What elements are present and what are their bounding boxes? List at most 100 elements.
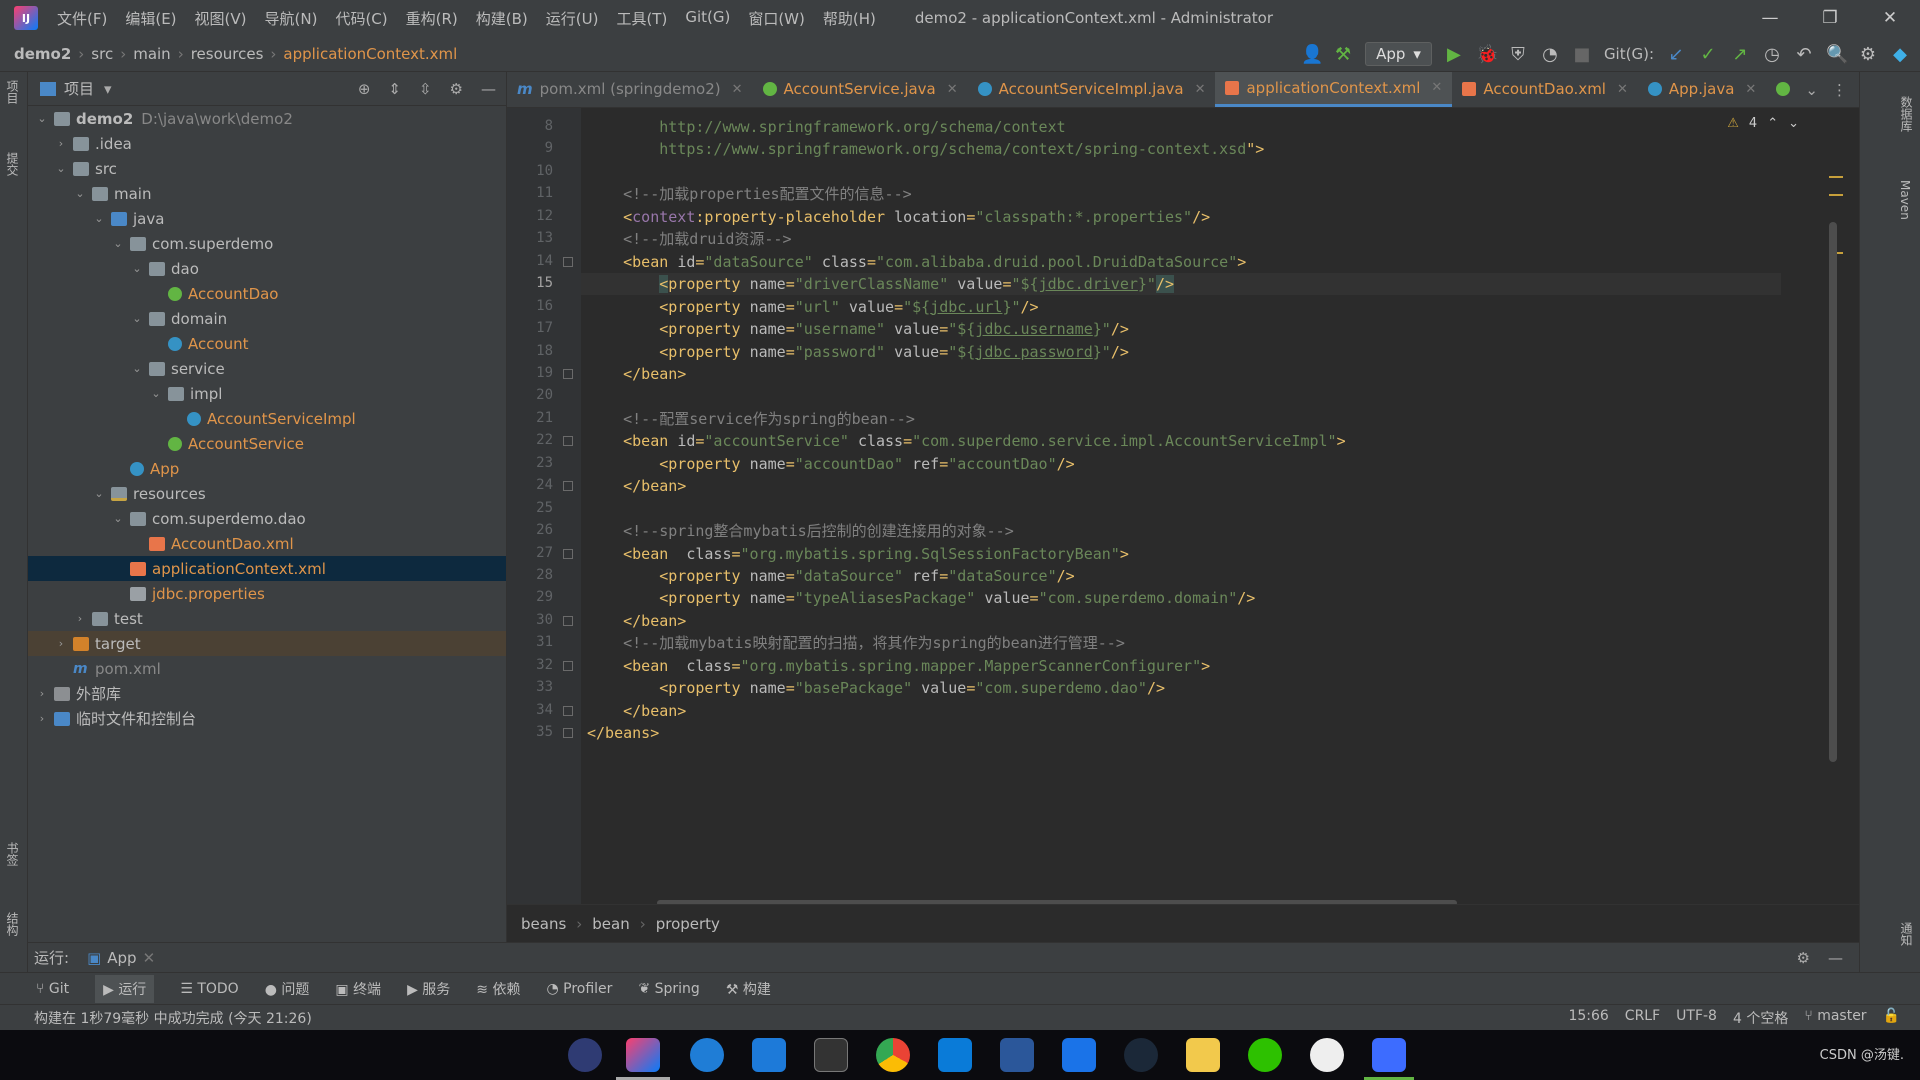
expand-all-icon[interactable]: ⇕ (388, 80, 401, 98)
tool-window-button[interactable]: ● 问题 (265, 979, 310, 999)
fold-marker-icon[interactable] (563, 660, 573, 671)
chevron-down-icon[interactable]: ⌄ (91, 212, 107, 225)
editor-tab[interactable]: AccountServiceImpl.java ✕ (968, 72, 1216, 107)
maven-side-tab[interactable]: Maven (1898, 180, 1912, 220)
terminal-icon[interactable] (814, 1038, 848, 1072)
fold-marker-icon[interactable] (563, 728, 573, 739)
tool-window-button[interactable]: ≋ 依赖 (476, 979, 520, 999)
chevron-right-icon[interactable]: › (34, 712, 50, 725)
tree-node[interactable]: AccountService (28, 431, 506, 456)
tree-node[interactable]: ⌄ main (28, 181, 506, 206)
menu-item[interactable]: 窗口(W) (739, 8, 814, 29)
menu-item[interactable]: 文件(F) (48, 8, 116, 29)
tree-node[interactable]: jdbc.properties (28, 581, 506, 606)
caret-position[interactable]: 15:66 (1568, 1008, 1608, 1028)
close-icon[interactable]: ✕ (1431, 80, 1442, 95)
fold-marker-icon[interactable] (563, 548, 573, 559)
chevron-down-icon[interactable]: ⌄ (72, 187, 88, 200)
word-icon[interactable] (1000, 1038, 1034, 1072)
plugin-icon[interactable]: ◆ (1890, 44, 1910, 65)
app-icon[interactable] (752, 1038, 786, 1072)
minimize-icon[interactable]: — (1740, 0, 1800, 36)
fold-marker-icon[interactable] (563, 705, 573, 716)
locate-icon[interactable]: ⊕ (358, 80, 371, 98)
database-side-tab[interactable]: 数据库 (1898, 96, 1915, 132)
app-icon[interactable] (1310, 1038, 1344, 1072)
menu-item[interactable]: 帮助(H) (814, 8, 885, 29)
tree-node[interactable]: ⌄ impl (28, 381, 506, 406)
editor-tab[interactable]: AccountDao.xml ✕ (1452, 72, 1638, 107)
structure-side-tab[interactable]: 结构 (4, 912, 21, 936)
chevron-up-icon[interactable]: ⌃ (1767, 116, 1778, 131)
gear-icon[interactable]: ⚙ (450, 80, 463, 98)
eclipse-icon[interactable] (568, 1038, 602, 1072)
tree-node[interactable]: App (28, 456, 506, 481)
breadcrumb-item[interactable]: demo2 (14, 45, 71, 63)
menu-item[interactable]: 导航(N) (256, 8, 327, 29)
warning-stripe[interactable] (1829, 194, 1843, 196)
fold-marker-icon[interactable] (563, 615, 573, 626)
user-icon[interactable]: 👤 (1301, 44, 1323, 65)
project-panel-title[interactable]: 项目 (64, 78, 94, 99)
run-tab-app[interactable]: ▣ App ✕ (87, 949, 155, 967)
tree-node[interactable]: ⌄ com.superdemo (28, 231, 506, 256)
editor-tab[interactable]: m pom.xml (springdemo2) ✕ (507, 72, 753, 107)
tool-window-button[interactable]: ⑂ Git (36, 981, 69, 997)
git-push-icon[interactable]: ↗ (1730, 44, 1750, 65)
wechat-icon[interactable] (1248, 1038, 1282, 1072)
chevron-down-icon[interactable]: ⌄ (110, 512, 126, 525)
tree-node[interactable]: › target (28, 631, 506, 656)
breadcrumb-item[interactable]: property (656, 915, 720, 933)
chevron-down-icon[interactable]: ⌄ (129, 312, 145, 325)
tree-node[interactable]: Account (28, 331, 506, 356)
close-icon[interactable]: ✕ (732, 82, 743, 97)
run-configuration-select[interactable]: App ▾ (1365, 42, 1432, 66)
browser-icon[interactable] (690, 1038, 724, 1072)
tree-node[interactable]: › 外部库 (28, 681, 506, 706)
tree-node[interactable]: ⌄ dao (28, 256, 506, 281)
status-message[interactable]: 构建在 1秒79毫秒 中成功完成 (今天 21:26) (34, 1008, 312, 1028)
inspection-widget[interactable]: ⚠ 4 ⌃ ⌄ (1727, 116, 1799, 131)
hide-icon[interactable]: — (1828, 949, 1843, 967)
vertical-scrollbar[interactable] (1829, 222, 1837, 762)
fold-marker-icon[interactable] (563, 368, 573, 379)
app-icon[interactable] (1372, 1038, 1406, 1072)
tree-node[interactable]: AccountDao (28, 281, 506, 306)
chevron-down-icon[interactable]: ⌄ (148, 387, 164, 400)
breadcrumb-item[interactable]: applicationContext.xml (283, 45, 457, 63)
settings-icon[interactable]: ⚙ (1858, 44, 1878, 65)
chevron-down-icon[interactable]: ⌄ (1805, 81, 1818, 99)
tree-node[interactable]: AccountServiceImpl (28, 406, 506, 431)
coverage-icon[interactable]: ⛨ (1508, 44, 1528, 65)
close-icon[interactable]: ✕ (947, 82, 958, 97)
project-side-tab[interactable]: 项目 (4, 80, 21, 104)
fold-marker-icon[interactable] (563, 481, 573, 492)
chevron-down-icon[interactable]: ⌄ (91, 487, 107, 500)
code-editor[interactable]: http://www.springframework.org/schema/co… (581, 108, 1831, 904)
chevron-down-icon[interactable]: ⌄ (129, 362, 145, 375)
warning-stripe[interactable] (1829, 176, 1843, 178)
menu-item[interactable]: 运行(U) (537, 8, 608, 29)
commit-side-tab[interactable]: 提交 (4, 152, 21, 176)
tree-node[interactable]: ⌄ src (28, 156, 506, 181)
steam-icon[interactable] (1124, 1038, 1158, 1072)
chevron-right-icon[interactable]: › (53, 637, 69, 650)
tree-node[interactable]: ⌄ demo2 D:\java\work\demo2 (28, 106, 506, 131)
chevron-down-icon[interactable]: ▾ (104, 80, 112, 98)
tree-node[interactable]: ⌄ domain (28, 306, 506, 331)
lock-icon[interactable]: 🔓 (1883, 1008, 1900, 1028)
tool-window-button[interactable]: ◔ Profiler (546, 981, 612, 997)
menu-item[interactable]: 编辑(E) (116, 8, 185, 29)
chevron-down-icon[interactable]: ⌄ (53, 162, 69, 175)
chrome-icon[interactable] (876, 1038, 910, 1072)
tool-window-button[interactable]: ❦ Spring (638, 981, 699, 997)
git-commit-icon[interactable]: ✓ (1698, 44, 1718, 65)
tree-node[interactable]: › 临时文件和控制台 (28, 706, 506, 731)
tool-window-button[interactable]: ☰ TODO (180, 981, 238, 997)
close-icon[interactable]: ✕ (1745, 82, 1756, 97)
menu-item[interactable]: 构建(B) (467, 8, 537, 29)
fold-marker-icon[interactable] (563, 436, 573, 447)
history-icon[interactable]: ◷ (1762, 44, 1782, 65)
editor-tab[interactable]: AccountService.java ✕ (753, 72, 968, 107)
tool-window-button[interactable]: ▣ 终端 (335, 979, 381, 999)
